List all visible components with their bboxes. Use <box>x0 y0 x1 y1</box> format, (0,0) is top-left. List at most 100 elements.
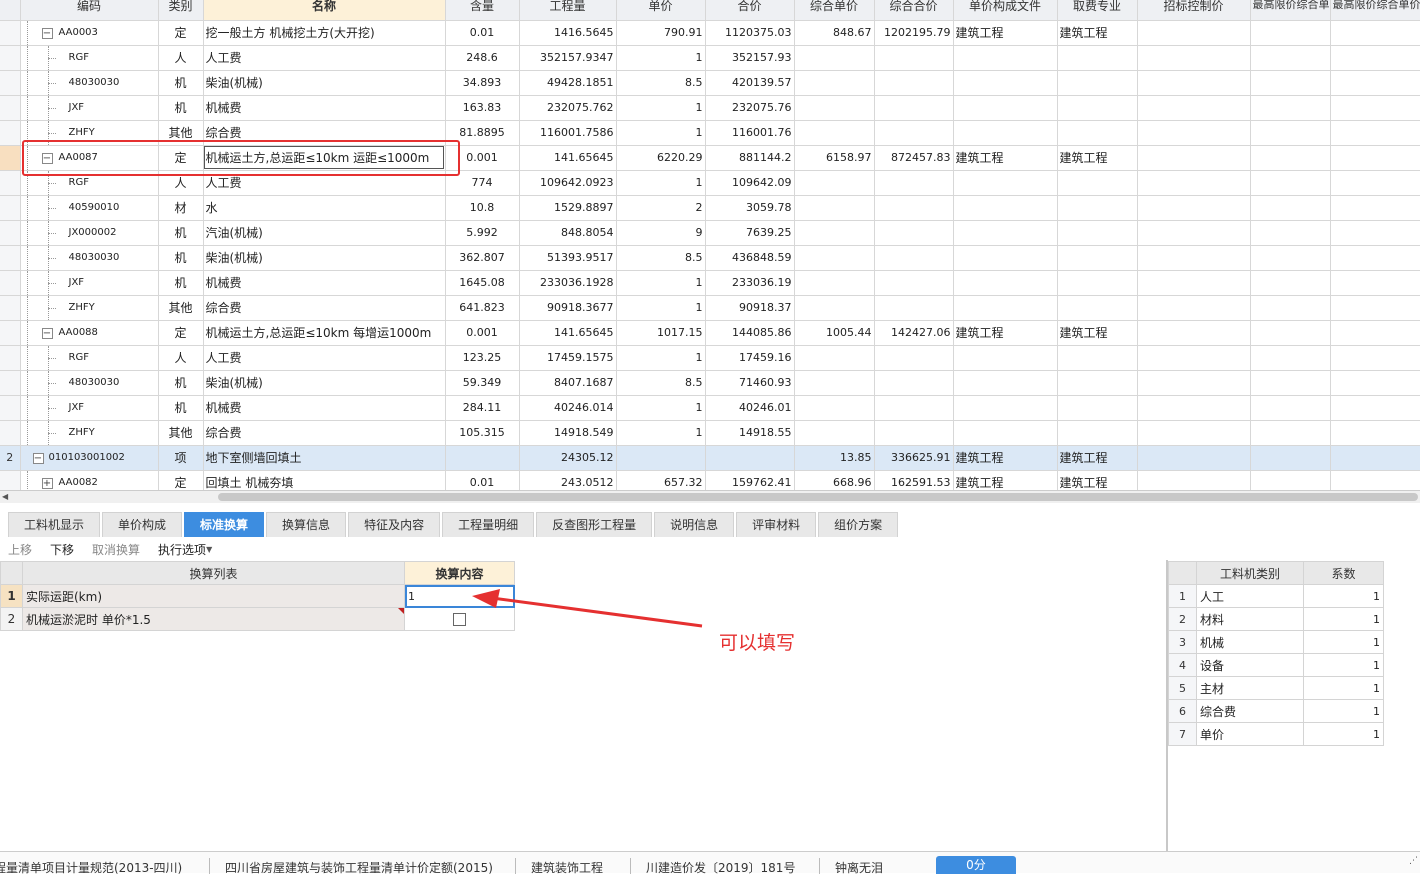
name-cell[interactable]: 机械运土方,总运距≤10km 每增运1000m <box>203 320 446 346</box>
qty-cell[interactable]: 163.83 <box>445 95 520 121</box>
coefficient-row[interactable]: 5 主材 1 <box>1168 676 1384 700</box>
tab-conversion-info[interactable]: 换算信息 <box>266 512 347 537</box>
price-file-cell[interactable] <box>953 120 1058 146</box>
control-price-cell[interactable] <box>1137 320 1251 346</box>
total-cell[interactable]: 420139.57 <box>705 70 795 96</box>
tab-description[interactable]: 说明信息 <box>654 512 735 537</box>
control-price-cell[interactable] <box>1137 170 1251 196</box>
tab-material-display[interactable]: 工料机显示 <box>8 512 101 537</box>
category-cell[interactable]: 其他 <box>158 420 204 446</box>
header-composite-price[interactable]: 综合单价 <box>794 0 875 21</box>
header-max-composite-unit[interactable]: 最高限价综合单价 <box>1330 0 1420 21</box>
name-cell[interactable]: 汽油(机械) <box>203 220 446 246</box>
control-price-cell[interactable] <box>1137 420 1251 446</box>
price-file-cell[interactable] <box>953 70 1058 96</box>
ctotal-cell[interactable] <box>874 70 954 96</box>
price-file-cell[interactable]: 建筑工程 <box>953 445 1058 471</box>
max-unit-cell[interactable] <box>1330 195 1420 221</box>
price-file-cell[interactable] <box>953 370 1058 396</box>
timer-badge[interactable]: 0分 <box>936 856 1016 874</box>
total-cell[interactable]: 436848.59 <box>705 245 795 271</box>
control-price-cell[interactable] <box>1137 245 1251 271</box>
category-cell[interactable]: 定 <box>158 320 204 346</box>
quota-row[interactable]: JX000002 机汽油(机械) 5.992 848.8054 9 7639.25 <box>0 220 1420 246</box>
quota-row[interactable]: 48030030 机柴油(机械) 59.349 8407.1687 8.5 71460.9… <box>0 370 1420 396</box>
cprice-cell[interactable]: 668.96 <box>794 470 875 490</box>
total-cell[interactable]: 7639.25 <box>705 220 795 246</box>
control-price-cell[interactable] <box>1137 95 1251 121</box>
total-cell[interactable]: 116001.76 <box>705 120 795 146</box>
qty-cell[interactable]: 0.01 <box>445 470 520 490</box>
name-cell[interactable]: 人工费 <box>203 345 446 371</box>
ctotal-cell[interactable] <box>874 245 954 271</box>
price-cell[interactable]: 8.5 <box>616 70 706 96</box>
horizontal-scrollbar[interactable]: ◀ <box>0 491 1420 503</box>
cprice-cell[interactable] <box>794 195 875 221</box>
actual-distance-input[interactable]: 1 <box>404 584 515 608</box>
max-price-cell[interactable] <box>1250 20 1331 46</box>
ctotal-cell[interactable] <box>874 395 954 421</box>
tab-features[interactable]: 特征及内容 <box>348 512 441 537</box>
quota-row[interactable]: 48030030 机柴油(机械) 34.893 49428.1851 8.5 420139… <box>0 70 1420 96</box>
qty-cell[interactable]: 0.01 <box>445 20 520 46</box>
silt-checkbox-cell[interactable] <box>404 607 515 631</box>
name-cell[interactable]: 柴油(机械) <box>203 370 446 396</box>
header-category[interactable]: 类别 <box>158 0 204 21</box>
name-cell[interactable]: 机械费 <box>203 95 446 121</box>
cprice-cell[interactable] <box>794 270 875 296</box>
cprice-cell[interactable] <box>794 70 875 96</box>
max-price-cell[interactable] <box>1250 395 1331 421</box>
max-price-cell[interactable] <box>1250 220 1331 246</box>
bill-item-row[interactable]: 2−010103001002 项地下室侧墙回填土 24305.12 13.85 3366… <box>0 445 1420 471</box>
cprice-cell[interactable] <box>794 220 875 246</box>
coef-value[interactable]: 1 <box>1303 653 1384 677</box>
quota-row[interactable]: ZHFY 其他 综合费 105.315 14918.549 1 14918.55 <box>0 420 1420 446</box>
amount-cell[interactable]: 24305.12 <box>519 445 617 471</box>
ctotal-cell[interactable] <box>874 370 954 396</box>
ctotal-cell[interactable] <box>874 295 954 321</box>
ctotal-cell[interactable] <box>874 220 954 246</box>
price-cell[interactable]: 1 <box>616 95 706 121</box>
max-unit-cell[interactable] <box>1330 20 1420 46</box>
category-cell[interactable]: 定 <box>158 20 204 46</box>
code-cell[interactable]: − AA0003 <box>20 20 159 46</box>
ctotal-cell[interactable]: 1202195.79 <box>874 20 954 46</box>
cprice-cell[interactable] <box>794 95 875 121</box>
name-cell[interactable]: 综合费 <box>203 120 446 146</box>
control-price-cell[interactable] <box>1137 270 1251 296</box>
ctotal-cell[interactable]: 142427.06 <box>874 320 954 346</box>
collapse-icon[interactable]: − <box>32 452 44 464</box>
price-file-cell[interactable]: 建筑工程 <box>953 470 1058 490</box>
name-cell[interactable]: 柴油(机械) <box>203 70 446 96</box>
name-cell[interactable]: 柴油(机械) <box>203 245 446 271</box>
fee-type-cell[interactable] <box>1057 345 1138 371</box>
max-price-cell[interactable] <box>1250 320 1331 346</box>
max-price-cell[interactable] <box>1250 170 1331 196</box>
cprice-cell[interactable] <box>794 170 875 196</box>
control-price-cell[interactable] <box>1137 220 1251 246</box>
code-cell[interactable]: 48030030 <box>20 370 159 396</box>
code-cell[interactable]: 48030030 <box>20 245 159 271</box>
price-file-cell[interactable] <box>953 420 1058 446</box>
category-cell[interactable]: 定 <box>158 470 204 490</box>
chevron-down-icon[interactable]: ▼ <box>206 545 212 554</box>
code-cell[interactable]: + AA0082 <box>20 470 159 490</box>
cprice-cell[interactable] <box>794 420 875 446</box>
code-cell[interactable]: RGF <box>20 345 159 371</box>
max-price-cell[interactable] <box>1250 45 1331 71</box>
quota-row[interactable]: RGF 人人工费 774 109642.0923 1 109642.09 <box>0 170 1420 196</box>
amount-cell[interactable]: 8407.1687 <box>519 370 617 396</box>
name-cell[interactable]: 机械费 <box>203 270 446 296</box>
quota-row[interactable]: JXF 机机械费 1645.08 233036.1928 1 233036.19 <box>0 270 1420 296</box>
coefficient-row[interactable]: 7 单价 1 <box>1168 722 1384 746</box>
tab-price-composition[interactable]: 单价构成 <box>102 512 183 537</box>
code-cell[interactable]: JXF <box>20 395 159 421</box>
cprice-cell[interactable] <box>794 295 875 321</box>
fee-type-cell[interactable] <box>1057 195 1138 221</box>
max-unit-cell[interactable] <box>1330 345 1420 371</box>
price-cell[interactable]: 8.5 <box>616 370 706 396</box>
max-unit-cell[interactable] <box>1330 295 1420 321</box>
price-file-cell[interactable]: 建筑工程 <box>953 20 1058 46</box>
price-cell[interactable]: 6220.29 <box>616 145 706 171</box>
header-code[interactable]: 编码 <box>20 0 159 21</box>
